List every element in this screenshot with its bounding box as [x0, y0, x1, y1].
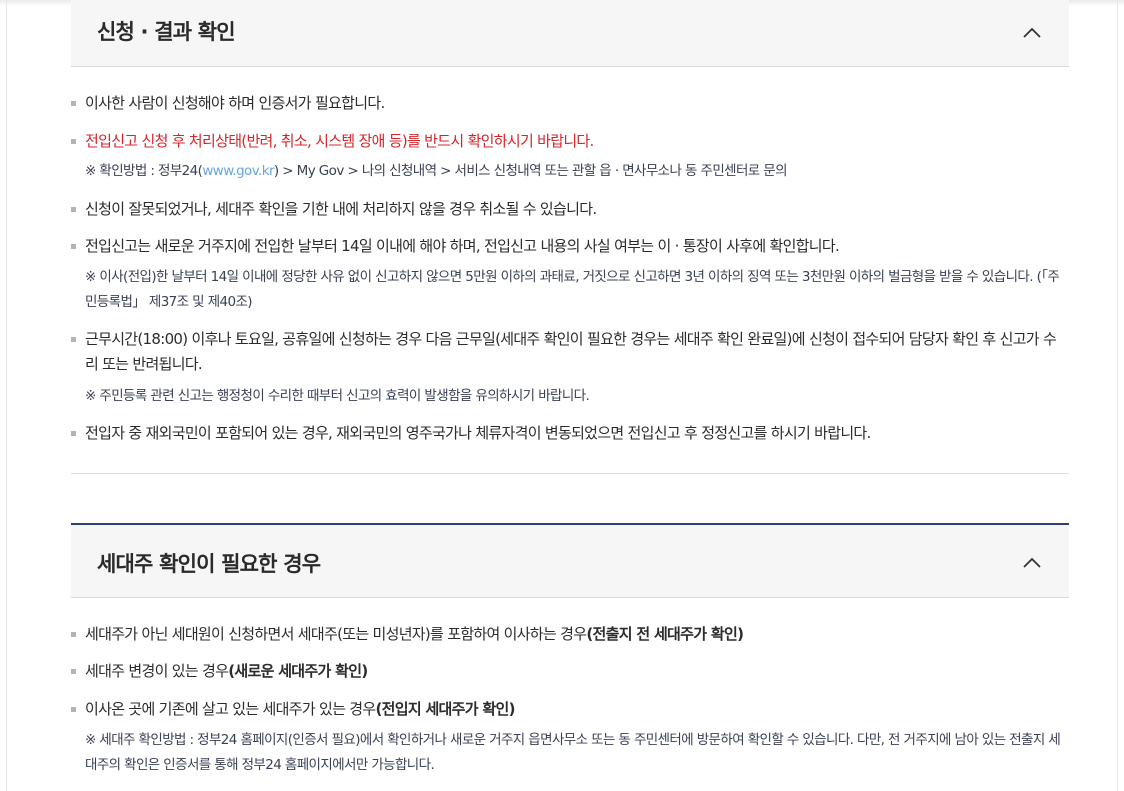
list-item: 근무시간(18:00) 이후나 토요일, 공휴일에 신청하는 경우 다음 근무일… — [71, 327, 1069, 377]
note-check-method: ※ 확인방법 : 정부24(www.gov.kr) > My Gov > 나의 … — [71, 159, 1069, 184]
section-title: 세대주 확인이 필요한 경우 — [97, 552, 321, 576]
list-item: 신청이 잘못되었거나, 세대주 확인을 기한 내에 처리하지 않을 경우 취소될… — [71, 197, 1069, 222]
section-divider — [71, 473, 1069, 474]
section-header[interactable]: 신청 · 결과 확인 — [71, 0, 1069, 67]
section-application-result: 신청 · 결과 확인 이사한 사람이 신청해야 하며 인증서가 필요합니다. 전… — [71, 0, 1069, 442]
item-text: 세대주가 아닌 세대원이 신청하면서 세대주(또는 미성년자)를 포함하여 이사… — [85, 625, 587, 643]
chevron-up-icon[interactable] — [1021, 552, 1043, 574]
list-item: 전입자 중 재외국민이 포함되어 있는 경우, 재외국민의 영주국가나 체류자격… — [71, 421, 1069, 446]
list-item: 전입신고는 새로운 거주지에 전입한 날부터 14일 이내에 해야 하며, 전입… — [71, 234, 1069, 259]
list-item: 이사온 곳에 기존에 살고 있는 세대주가 있는 경우(전입지 세대주가 확인) — [71, 697, 1069, 722]
list-item: 세대주가 아닌 세대원이 신청하면서 세대주(또는 미성년자)를 포함하여 이사… — [71, 622, 1069, 647]
list-item: 세대주 변경이 있는 경우(새로운 세대주가 확인) — [71, 659, 1069, 684]
item-text: 이사온 곳에 기존에 살고 있는 세대주가 있는 경우 — [85, 700, 376, 718]
section-title: 신청 · 결과 확인 — [97, 20, 236, 44]
item-text: 세대주 변경이 있는 경우 — [85, 662, 229, 680]
left-border — [6, 0, 7, 791]
note-penalty: ※ 이사(전입)한 날부터 14일 이내에 정당한 사유 없이 신고하지 않으면… — [85, 269, 1060, 310]
chevron-up-icon[interactable] — [1021, 22, 1043, 44]
section-householder-confirm: 세대주 확인이 필요한 경우 세대주가 아닌 세대원이 신청하면서 세대주(또는… — [71, 523, 1069, 773]
list-item: 이사한 사람이 신청해야 하며 인증서가 필요합니다. — [71, 91, 1069, 116]
warning-list-item: 전입신고 신청 후 처리상태(반려, 취소, 시스템 장애 등)를 반드시 확인… — [71, 129, 1069, 154]
note-prefix: ※ 확인방법 : 정부24( — [85, 163, 203, 179]
right-border — [1117, 0, 1118, 791]
item-emphasis: (전출지 전 세대주가 확인) — [586, 625, 744, 643]
note-householder-method: ※ 세대주 확인방법 : 정부24 홈페이지(인증서 필요)에서 확인하거나 새… — [85, 732, 1061, 773]
note-effect: ※ 주민등록 관련 신고는 행정청이 수리한 때부터 신고의 효력이 발생함을 … — [85, 388, 590, 404]
item-emphasis: (전입지 세대주가 확인) — [375, 700, 515, 718]
gov-link[interactable]: www.gov.kr — [202, 163, 274, 179]
item-emphasis: (새로운 세대주가 확인) — [228, 662, 368, 680]
note-suffix: ) > My Gov > 나의 신청내역 > 서비스 신청내역 또는 관할 읍 … — [273, 163, 788, 179]
section-header[interactable]: 세대주 확인이 필요한 경우 — [71, 523, 1069, 598]
